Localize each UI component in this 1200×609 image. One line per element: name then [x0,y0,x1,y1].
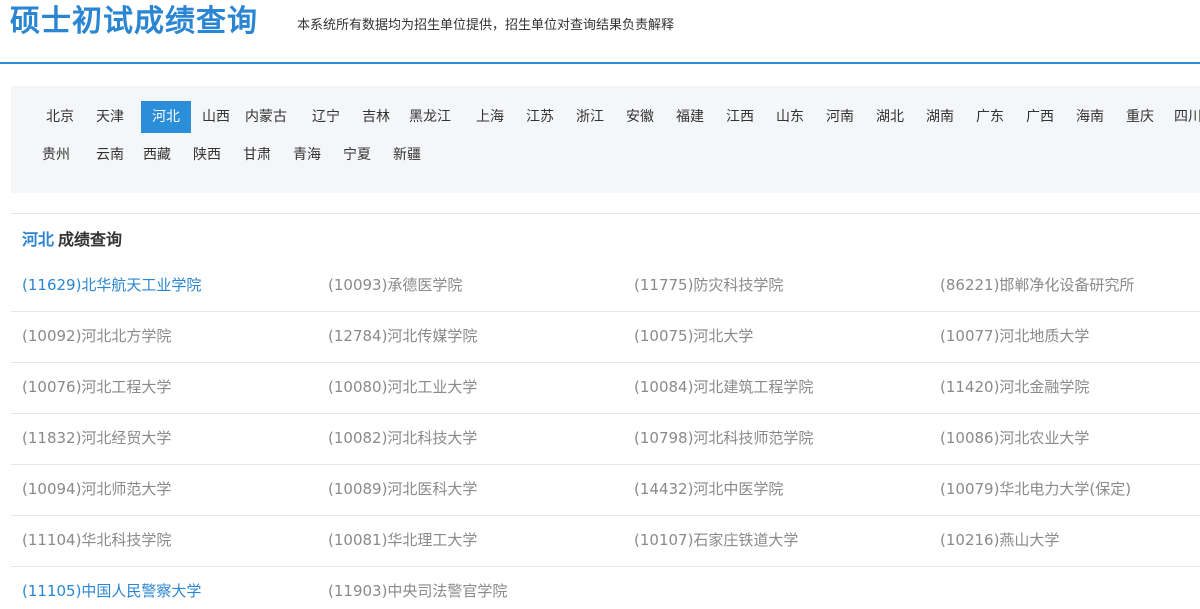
province-tab-row2-3[interactable]: 陕西 [191,139,223,171]
university-link[interactable]: (10086)河北农业大学 [940,427,1089,449]
page-header: 硕士初试成绩查询 本系统所有数据均为招生单位提供，招生单位对查询结果负责解释 [0,0,1200,64]
university-link[interactable]: (11420)河北金融学院 [940,376,1089,398]
province-tab-row1-22[interactable]: 四川 [1169,101,1200,133]
university-link[interactable]: (10092)河北北方学院 [22,325,171,347]
province-tab-row2-0[interactable]: 贵州 [41,139,71,171]
results-panel: 河北 成绩查询 (11629)北华航天工业学院 (10093)承德医学院 (11775… [11,213,1200,609]
province-tab-row1-8[interactable]: 上海 [471,101,509,133]
university-link[interactable]: (86221)邯郸净化设备研究所 [940,274,1134,296]
site-title: 硕士初试成绩查询 [10,4,258,39]
province-tab-row1-3[interactable]: 山西 [197,101,235,133]
university-link[interactable]: (11105)中国人民警察大学 [22,580,201,602]
province-tab-row1-1[interactable]: 天津 [91,101,129,133]
results-title-suffix: 成绩查询 [58,230,123,249]
province-tab-row2-4[interactable]: 甘肃 [241,139,273,171]
province-tab-row2-7[interactable]: 新疆 [391,139,423,171]
university-link[interactable]: (10094)河北师范大学 [22,478,171,500]
university-link[interactable]: (10082)河北科技大学 [328,427,477,449]
province-tab-row1-13[interactable]: 江西 [721,101,759,133]
university-row: (10094)河北师范大学 (10089)河北医科大学 (14432)河北中医学院 (… [11,465,1200,516]
province-tab-row1-19[interactable]: 广西 [1021,101,1059,133]
university-link[interactable]: (10089)河北医科大学 [328,478,477,500]
university-link[interactable]: (10079)华北电力大学(保定) [940,478,1131,500]
province-tab-row1-9[interactable]: 江苏 [521,101,559,133]
university-row: (11104)华北科技学院 (10081)华北理工大学 (10107)石家庄铁道大学… [11,516,1200,567]
province-tab-row1-0[interactable]: 北京 [41,101,79,133]
university-link[interactable]: (10084)河北建筑工程学院 [634,376,813,398]
province-tab-row1-18[interactable]: 广东 [971,101,1009,133]
university-link[interactable]: (10216)燕山大学 [940,529,1059,551]
province-tab-row1-6[interactable]: 吉林 [357,101,395,133]
university-link[interactable]: (11775)防灾科技学院 [634,274,783,296]
university-link[interactable]: (14432)河北中医学院 [634,478,783,500]
university-link[interactable]: (10093)承德医学院 [328,274,462,296]
province-tab-row1-15[interactable]: 河南 [821,101,859,133]
province-tab-row1-14[interactable]: 山东 [771,101,809,133]
province-tab-row1-5[interactable]: 辽宁 [307,101,345,133]
province-selector: 北京 天津 河北 山西 内蒙古 辽宁 吉林 黑龙江 上海 江苏 浙江 安徽 福建 江西 山东 河南 湖北 湖南 广东… [11,86,1200,193]
university-link[interactable]: (10081)华北理工大学 [328,529,477,551]
province-tab-row2-1[interactable]: 云南 [91,139,129,171]
results-title: 河北 成绩查询 [22,229,122,251]
university-link[interactable]: (11104)华北科技学院 [22,529,171,551]
province-tab-row1-7[interactable]: 黑龙江 [405,101,455,133]
province-tab-row2-2[interactable]: 西藏 [141,139,173,171]
province-tab-row1-2[interactable]: 河北 [141,101,191,133]
province-tab-row1-12[interactable]: 福建 [671,101,709,133]
university-row: (10076)河北工程大学 (10080)河北工业大学 (10084)河北建筑工程学… [11,363,1200,414]
province-tab-row1-21[interactable]: 重庆 [1121,101,1159,133]
university-link[interactable]: (10798)河北科技师范学院 [634,427,813,449]
province-tab-row2-5[interactable]: 青海 [291,139,323,171]
university-row: (11629)北华航天工业学院 (10093)承德医学院 (11775)防灾科技学院… [11,261,1200,312]
province-tab-row1-16[interactable]: 湖北 [871,101,909,133]
university-link[interactable]: (10080)河北工业大学 [328,376,477,398]
university-link[interactable]: (11903)中央司法警官学院 [328,580,507,602]
university-link[interactable]: (10077)河北地质大学 [940,325,1089,347]
province-tab-row1-10[interactable]: 浙江 [571,101,609,133]
university-row: (11832)河北经贸大学 (10082)河北科技大学 (10798)河北科技师范学… [11,414,1200,465]
university-link[interactable]: (11832)河北经贸大学 [22,427,171,449]
province-tab-row1-11[interactable]: 安徽 [621,101,659,133]
province-tab-row1-20[interactable]: 海南 [1071,101,1109,133]
university-link[interactable]: (10076)河北工程大学 [22,376,171,398]
province-tab-row1-17[interactable]: 湖南 [921,101,959,133]
site-description: 本系统所有数据均为招生单位提供，招生单位对查询结果负责解释 [297,18,675,33]
province-tab-row2-6[interactable]: 宁夏 [341,139,373,171]
province-tab-row1-4[interactable]: 内蒙古 [241,101,291,133]
university-row: (11105)中国人民警察大学 (11903)中央司法警官学院 [11,567,1200,609]
university-link[interactable]: (10075)河北大学 [634,325,753,347]
results-province: 河北 [22,230,55,249]
university-link[interactable]: (12784)河北传媒学院 [328,325,477,347]
university-link[interactable]: (11629)北华航天工业学院 [22,274,201,296]
university-link[interactable]: (10107)石家庄铁道大学 [634,529,798,551]
university-row: (10092)河北北方学院 (12784)河北传媒学院 (10075)河北大学 (10… [11,312,1200,363]
